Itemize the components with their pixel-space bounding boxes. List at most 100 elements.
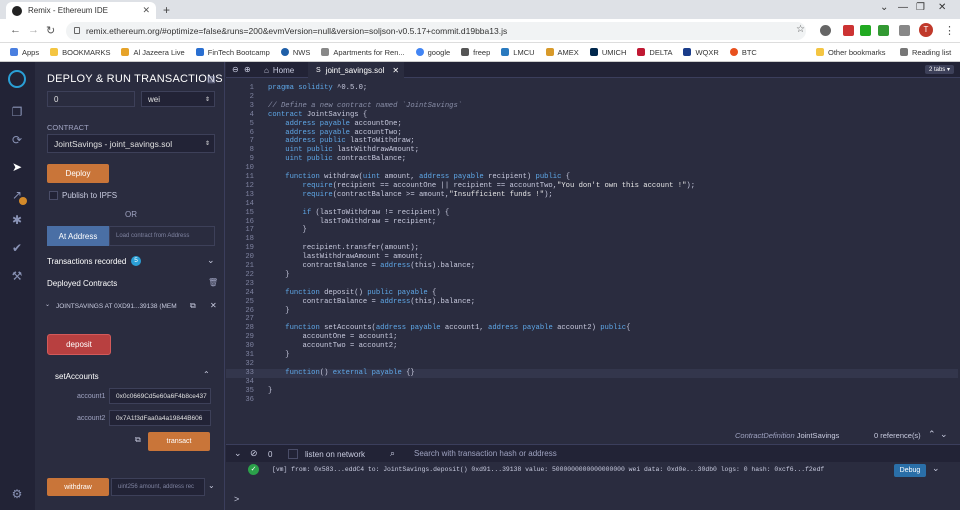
close-tab-icon[interactable]: ✕ — [142, 5, 150, 16]
chevron-down-icon[interactable]: ⌄ — [207, 255, 215, 266]
code-line[interactable]: 14 — [226, 200, 958, 209]
withdraw-input[interactable]: uint256 amount, address rec — [111, 478, 205, 496]
trash-icon[interactable]: 🗑 — [208, 278, 218, 287]
code-line[interactable]: 34 — [226, 378, 958, 387]
bookmark-wqxr[interactable]: WQXR — [683, 48, 719, 57]
debug-button[interactable]: Debug — [894, 464, 926, 477]
reading-list[interactable]: Reading list — [900, 48, 951, 57]
copy-icon[interactable]: ⧉ — [190, 301, 196, 311]
chevron-down-icon[interactable]: ⌄ — [208, 481, 215, 490]
code-line[interactable]: 6 address payable accountTwo; — [226, 129, 958, 138]
contract-instance-title[interactable]: JOINTSAVINGS AT 0XD91...39138 (MEM — [56, 303, 182, 310]
new-tab-button[interactable]: + — [163, 3, 170, 17]
code-line[interactable]: 10 — [226, 164, 958, 173]
code-line[interactable]: 19 recipient.transfer(amount); — [226, 244, 958, 253]
code-line[interactable]: 21 contractBalance = address(this).balan… — [226, 262, 958, 271]
reload-icon[interactable]: ↻ — [46, 24, 55, 37]
menu-dots-icon[interactable]: ⋮ — [944, 24, 955, 37]
transact-button[interactable]: transact — [148, 432, 210, 451]
github-icon[interactable] — [820, 25, 831, 36]
extension-icon[interactable] — [843, 25, 854, 36]
at-address-button[interactable]: At Address — [47, 226, 109, 246]
zoom-out-icon[interactable]: ⊖ — [232, 65, 239, 74]
bookmark-apartments[interactable]: Apartments for Ren... — [321, 48, 405, 57]
account1-input[interactable]: 0x0c0669Cd5e60a6F4b8ce437 — [109, 388, 211, 404]
bookmark-apps[interactable]: Apps — [10, 48, 39, 57]
plugin-manager-icon[interactable]: ⚒ — [9, 268, 25, 284]
code-line[interactable]: 25 contractBalance = address(this).balan… — [226, 298, 958, 307]
publish-ipfs-checkbox[interactable] — [49, 191, 58, 200]
code-line[interactable]: 24 function deposit() public payable { — [226, 289, 958, 298]
code-line[interactable]: 5 address payable accountOne; — [226, 120, 958, 129]
deposit-button[interactable]: deposit — [47, 334, 111, 355]
compiler-icon[interactable]: ⟳ — [9, 132, 25, 148]
chevron-up-icon[interactable]: ⌃ — [928, 429, 936, 440]
clear-terminal-icon[interactable]: ⊘ — [250, 448, 258, 459]
browser-tab[interactable]: Remix - Ethereum IDE ✕ — [6, 2, 156, 19]
code-line[interactable]: 8 uint public lastWithdrawAmount; — [226, 146, 958, 155]
bookmark-amex[interactable]: AMEX — [545, 48, 579, 57]
withdraw-button[interactable]: withdraw — [47, 478, 109, 496]
code-line[interactable]: 29 accountOne = account1; — [226, 333, 958, 342]
chevron-down-icon[interactable]: ⌄ — [45, 301, 50, 308]
load-address-input[interactable]: Load contract from Address — [109, 226, 215, 246]
close-tab-icon[interactable]: ✕ — [392, 66, 399, 75]
copy-calldata-icon[interactable]: ⧉ — [135, 435, 141, 445]
collapse-terminal-icon[interactable]: ⌄ — [234, 448, 242, 459]
chevron-down-icon[interactable]: ⌄ — [940, 429, 948, 440]
chevron-down-icon[interactable]: ⌄ — [932, 463, 940, 474]
bookmark-fintech[interactable]: FinTech Bootcamp — [195, 48, 270, 57]
debugger-icon[interactable]: ✱ — [9, 212, 25, 228]
close-instance-icon[interactable]: ✕ — [210, 301, 217, 310]
minimize-icon[interactable]: — — [898, 2, 908, 13]
bookmark-nws[interactable]: NWS — [280, 48, 310, 57]
code-line[interactable]: 31 } — [226, 351, 958, 360]
bookmark-lmcu[interactable]: LMCU — [501, 48, 535, 57]
other-bookmarks[interactable]: Other bookmarks — [816, 48, 886, 57]
code-line[interactable]: 15 if (lastToWithdraw != recipient) { — [226, 209, 958, 218]
tab-home[interactable]: ⌂ Home — [264, 62, 294, 78]
code-line[interactable]: 22 } — [226, 271, 958, 280]
remix-logo-icon[interactable] — [8, 70, 26, 88]
deploy-button[interactable]: Deploy — [47, 164, 109, 183]
code-line[interactable]: 20 lastWithdrawAmount = amount; — [226, 253, 958, 262]
settings-gear-icon[interactable]: ⚙ — [9, 486, 25, 502]
bookmark-google[interactable]: google — [415, 48, 450, 57]
maximize-icon[interactable]: ❐ — [916, 2, 925, 13]
listen-network-checkbox[interactable] — [288, 449, 298, 459]
forward-icon[interactable]: → — [28, 24, 39, 36]
code-line[interactable]: 33 function() external payable {} — [226, 368, 958, 378]
puzzle-icon[interactable] — [899, 25, 910, 36]
chevron-up-icon[interactable]: ⌃ — [203, 370, 210, 379]
sheets-extension-icon[interactable] — [878, 25, 889, 36]
code-line[interactable]: 1 pragma solidity ^0.5.0; — [226, 84, 958, 93]
bookmark-freep[interactable]: freep — [461, 48, 490, 57]
code-line[interactable]: 18 — [226, 235, 958, 244]
bookmark-folder[interactable]: BOOKMARKS — [50, 48, 110, 57]
code-line[interactable]: 12 require(recipient == accountOne || re… — [226, 182, 958, 191]
bookmark-aljazeera[interactable]: Al Jazeera Live — [121, 48, 185, 57]
star-icon[interactable]: ☆ — [796, 24, 805, 35]
code-line[interactable]: 28 function setAccounts(address payable … — [226, 324, 958, 333]
close-window-icon[interactable]: ✕ — [938, 2, 946, 13]
code-line[interactable]: 32 — [226, 360, 958, 369]
profile-avatar[interactable]: T — [919, 23, 933, 37]
bookmark-umich[interactable]: UMICH — [589, 48, 626, 57]
code-line[interactable]: 3 // Define a new contract named `JointSa… — [226, 102, 958, 111]
tab-joint-savings[interactable]: S joint_savings.sol ✕ — [308, 62, 404, 78]
transactions-recorded-label[interactable]: Transactions recorded — [47, 257, 126, 266]
account2-input[interactable]: 0x7A1f3dFaa0a4a19844B606 — [109, 410, 211, 426]
code-line[interactable]: 26 } — [226, 307, 958, 316]
checkmark-extension-icon[interactable] — [860, 25, 871, 36]
deploy-run-icon[interactable]: ➤ — [9, 159, 25, 175]
transaction-log[interactable]: [vm] from: 0x583...eddC4 to: JointSaving… — [272, 466, 892, 473]
zoom-in-icon[interactable]: ⊕ — [244, 65, 251, 74]
code-line[interactable]: 2 — [226, 93, 958, 102]
code-line[interactable]: 30 accountTwo = account2; — [226, 342, 958, 351]
tabs-count-badge[interactable]: 2 tabs ▾ — [924, 65, 954, 74]
tests-icon[interactable]: ✔ — [9, 240, 25, 256]
code-line[interactable]: 11 function withdraw(uint amount, addres… — [226, 173, 958, 182]
value-input[interactable]: 0 — [47, 91, 135, 107]
code-line[interactable]: 7 address public lastToWithdraw; — [226, 137, 958, 146]
bookmark-btc[interactable]: BTC — [729, 48, 757, 57]
